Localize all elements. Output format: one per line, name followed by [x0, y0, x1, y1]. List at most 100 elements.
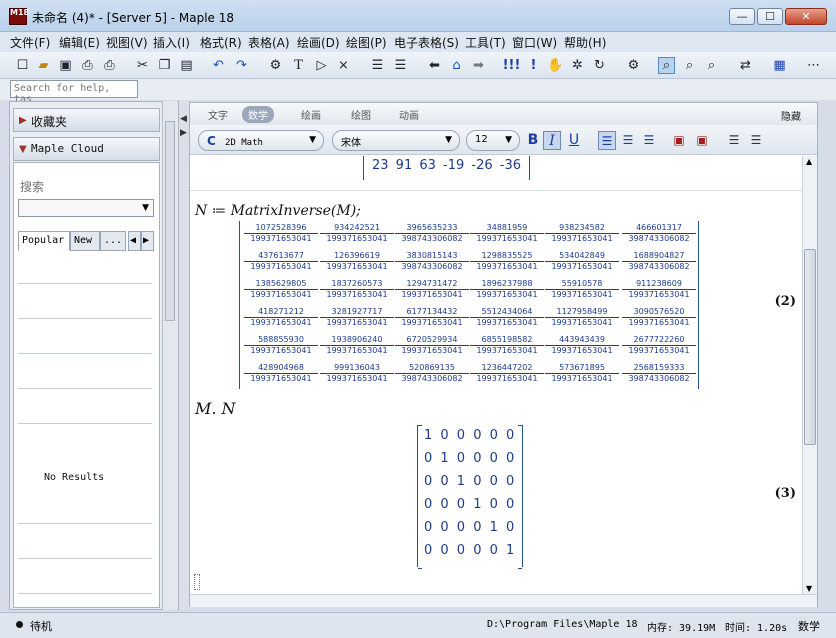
- status-mode: 数学: [798, 620, 820, 633]
- menu-window[interactable]: 窗口(W): [512, 34, 557, 51]
- menu-view[interactable]: 视图(V): [106, 34, 148, 51]
- tab-more[interactable]: ...: [100, 231, 126, 251]
- stop-hand-icon[interactable]: ✋: [547, 57, 564, 74]
- math-mode-select[interactable]: C 2D Math ▼: [198, 130, 324, 151]
- document-horizontal-scrollbar[interactable]: [190, 594, 817, 607]
- zoom-in-icon[interactable]: ⌕: [681, 57, 698, 74]
- denominator: 199371653041: [250, 262, 312, 271]
- text-mode-icon[interactable]: T: [290, 57, 307, 74]
- denominator: 398743306082: [401, 374, 463, 383]
- chevron-down-icon: ▼: [505, 135, 512, 145]
- redo-icon[interactable]: ↷: [233, 57, 250, 74]
- settings-gear-icon[interactable]: ⚙: [625, 57, 642, 74]
- scroll-up-icon[interactable]: ▲: [806, 157, 812, 166]
- matrix-cell: 1938906240 199371653041: [320, 335, 394, 356]
- expand-right-icon[interactable]: ▶: [180, 128, 187, 138]
- palette-scrollbar[interactable]: [162, 101, 177, 610]
- matrix-product-command[interactable]: M. N: [195, 399, 236, 418]
- menu-help[interactable]: 帮助(H): [564, 34, 606, 51]
- home-icon[interactable]: ⌂: [448, 57, 465, 74]
- tab-plot[interactable]: 绘图: [351, 107, 371, 122]
- cloud-group-select[interactable]: ▼: [18, 199, 154, 217]
- menu-spreadsheet[interactable]: 电子表格(S): [394, 34, 459, 51]
- matrix-cell: 3830815143 398743306082: [395, 251, 469, 272]
- hide-button[interactable]: 隐藏: [781, 108, 801, 123]
- restart-icon[interactable]: ↻: [591, 57, 608, 74]
- underline-button[interactable]: U: [565, 131, 583, 150]
- menu-file[interactable]: 文件(F): [10, 34, 50, 51]
- execute-all-icon[interactable]: !!!: [503, 57, 521, 74]
- open-folder-icon[interactable]: ▰: [35, 57, 52, 74]
- new-math-icon[interactable]: ▦: [771, 57, 788, 74]
- align-left-icon[interactable]: ☰: [598, 131, 616, 150]
- indent-icon[interactable]: ☰: [369, 57, 386, 74]
- tab-drawing[interactable]: 绘画: [301, 107, 321, 122]
- matrix-cell: 6177134432 199371653041: [395, 307, 469, 328]
- maximize-button[interactable]: ☐: [757, 8, 783, 25]
- italic-button[interactable]: I: [543, 131, 561, 150]
- menu-plot[interactable]: 绘图(P): [346, 34, 387, 51]
- font-select[interactable]: 宋体 ▼: [332, 130, 460, 151]
- matrix-inverse-command[interactable]: N ≔ MatrixInverse(M);: [195, 203, 361, 219]
- tab-new[interactable]: New: [70, 231, 100, 251]
- collapse-left-icon[interactable]: ◀: [180, 114, 187, 124]
- menu-format[interactable]: 格式(R): [200, 34, 242, 51]
- back-arrow-icon[interactable]: ⬅: [426, 57, 443, 74]
- close-button[interactable]: ✕: [785, 8, 827, 25]
- list-divider: [18, 388, 152, 389]
- maple-app-icon[interactable]: M18: [9, 8, 29, 25]
- cut-icon[interactable]: ✂: [134, 57, 151, 74]
- toolbar-more-icon[interactable]: ⋯: [805, 57, 822, 74]
- tab-scroll-left-icon[interactable]: ◀: [128, 231, 141, 251]
- maple-input-icon[interactable]: ▷: [313, 57, 330, 74]
- scroll-down-icon[interactable]: ▼: [806, 584, 812, 593]
- undo-icon[interactable]: ↶: [210, 57, 227, 74]
- document-vertical-scrollbar[interactable]: ▲ ▼: [802, 156, 817, 594]
- print-icon[interactable]: ⎙: [79, 57, 96, 74]
- align-right-icon[interactable]: ☰: [640, 131, 658, 150]
- format-color-icon[interactable]: ▣: [670, 131, 688, 150]
- print-preview-icon[interactable]: ⎙: [101, 57, 118, 74]
- tab-animation[interactable]: 动画: [399, 107, 419, 122]
- tab-math[interactable]: 数学: [242, 106, 274, 123]
- menu-table[interactable]: 表格(A): [248, 34, 290, 51]
- document-scroll-thumb[interactable]: [804, 249, 816, 445]
- menu-edit[interactable]: 编辑(E): [59, 34, 100, 51]
- menu-tools[interactable]: 工具(T): [465, 34, 506, 51]
- copy-icon[interactable]: ❐: [156, 57, 173, 74]
- title-bar: M18 未命名 (4)* - [Server 5] - Maple 18 — ☐…: [0, 0, 836, 32]
- outdent-icon[interactable]: ☰: [392, 57, 409, 74]
- execution-group-icon[interactable]: ⚙: [267, 57, 284, 74]
- bullet-list-icon[interactable]: ☰: [725, 131, 743, 150]
- input-cursor-region[interactable]: [194, 574, 200, 590]
- matrix-cell: 428904968 199371653041: [244, 363, 318, 384]
- menu-insert[interactable]: 插入(I): [153, 34, 190, 51]
- swap-icon[interactable]: ⇄: [737, 57, 754, 74]
- maple-cloud-header[interactable]: ▼ Maple Cloud: [13, 137, 160, 161]
- paste-icon[interactable]: ▤: [178, 57, 195, 74]
- forward-arrow-icon[interactable]: ➡: [470, 57, 487, 74]
- align-center-icon[interactable]: ☰: [619, 131, 637, 150]
- bold-button[interactable]: B: [524, 131, 542, 150]
- palette-scroll-thumb[interactable]: [165, 121, 175, 321]
- sum-icon[interactable]: ⨯: [335, 57, 352, 74]
- numbered-list-icon[interactable]: ☰: [747, 131, 765, 150]
- favorites-palette-header[interactable]: ▶ 收藏夹: [13, 108, 160, 132]
- zoom-icon[interactable]: ⌕: [658, 57, 675, 74]
- zoom-out-icon[interactable]: ⌕: [703, 57, 720, 74]
- help-search-input[interactable]: Search for help, tas: [10, 80, 138, 105]
- font-size-select[interactable]: 12 ▼: [466, 130, 520, 151]
- tab-popular[interactable]: Popular: [18, 231, 70, 251]
- previous-matrix-row: 23 91 63 -19 -26 -36: [363, 156, 530, 180]
- highlight-color-icon[interactable]: ▣: [693, 131, 711, 150]
- menu-drawing[interactable]: 绘画(D): [297, 34, 340, 51]
- debug-icon[interactable]: ✲: [569, 57, 586, 74]
- save-icon[interactable]: ▣: [57, 57, 74, 74]
- tab-text[interactable]: 文字: [208, 107, 228, 122]
- new-document-icon[interactable]: ☐: [14, 57, 31, 74]
- panel-divider[interactable]: ◀ ▶: [179, 100, 189, 610]
- execute-icon[interactable]: !: [525, 57, 542, 74]
- tab-scroll-right-icon[interactable]: ▶: [141, 231, 154, 251]
- minimize-button[interactable]: —: [729, 8, 755, 25]
- numerator: 1298835525: [470, 251, 544, 262]
